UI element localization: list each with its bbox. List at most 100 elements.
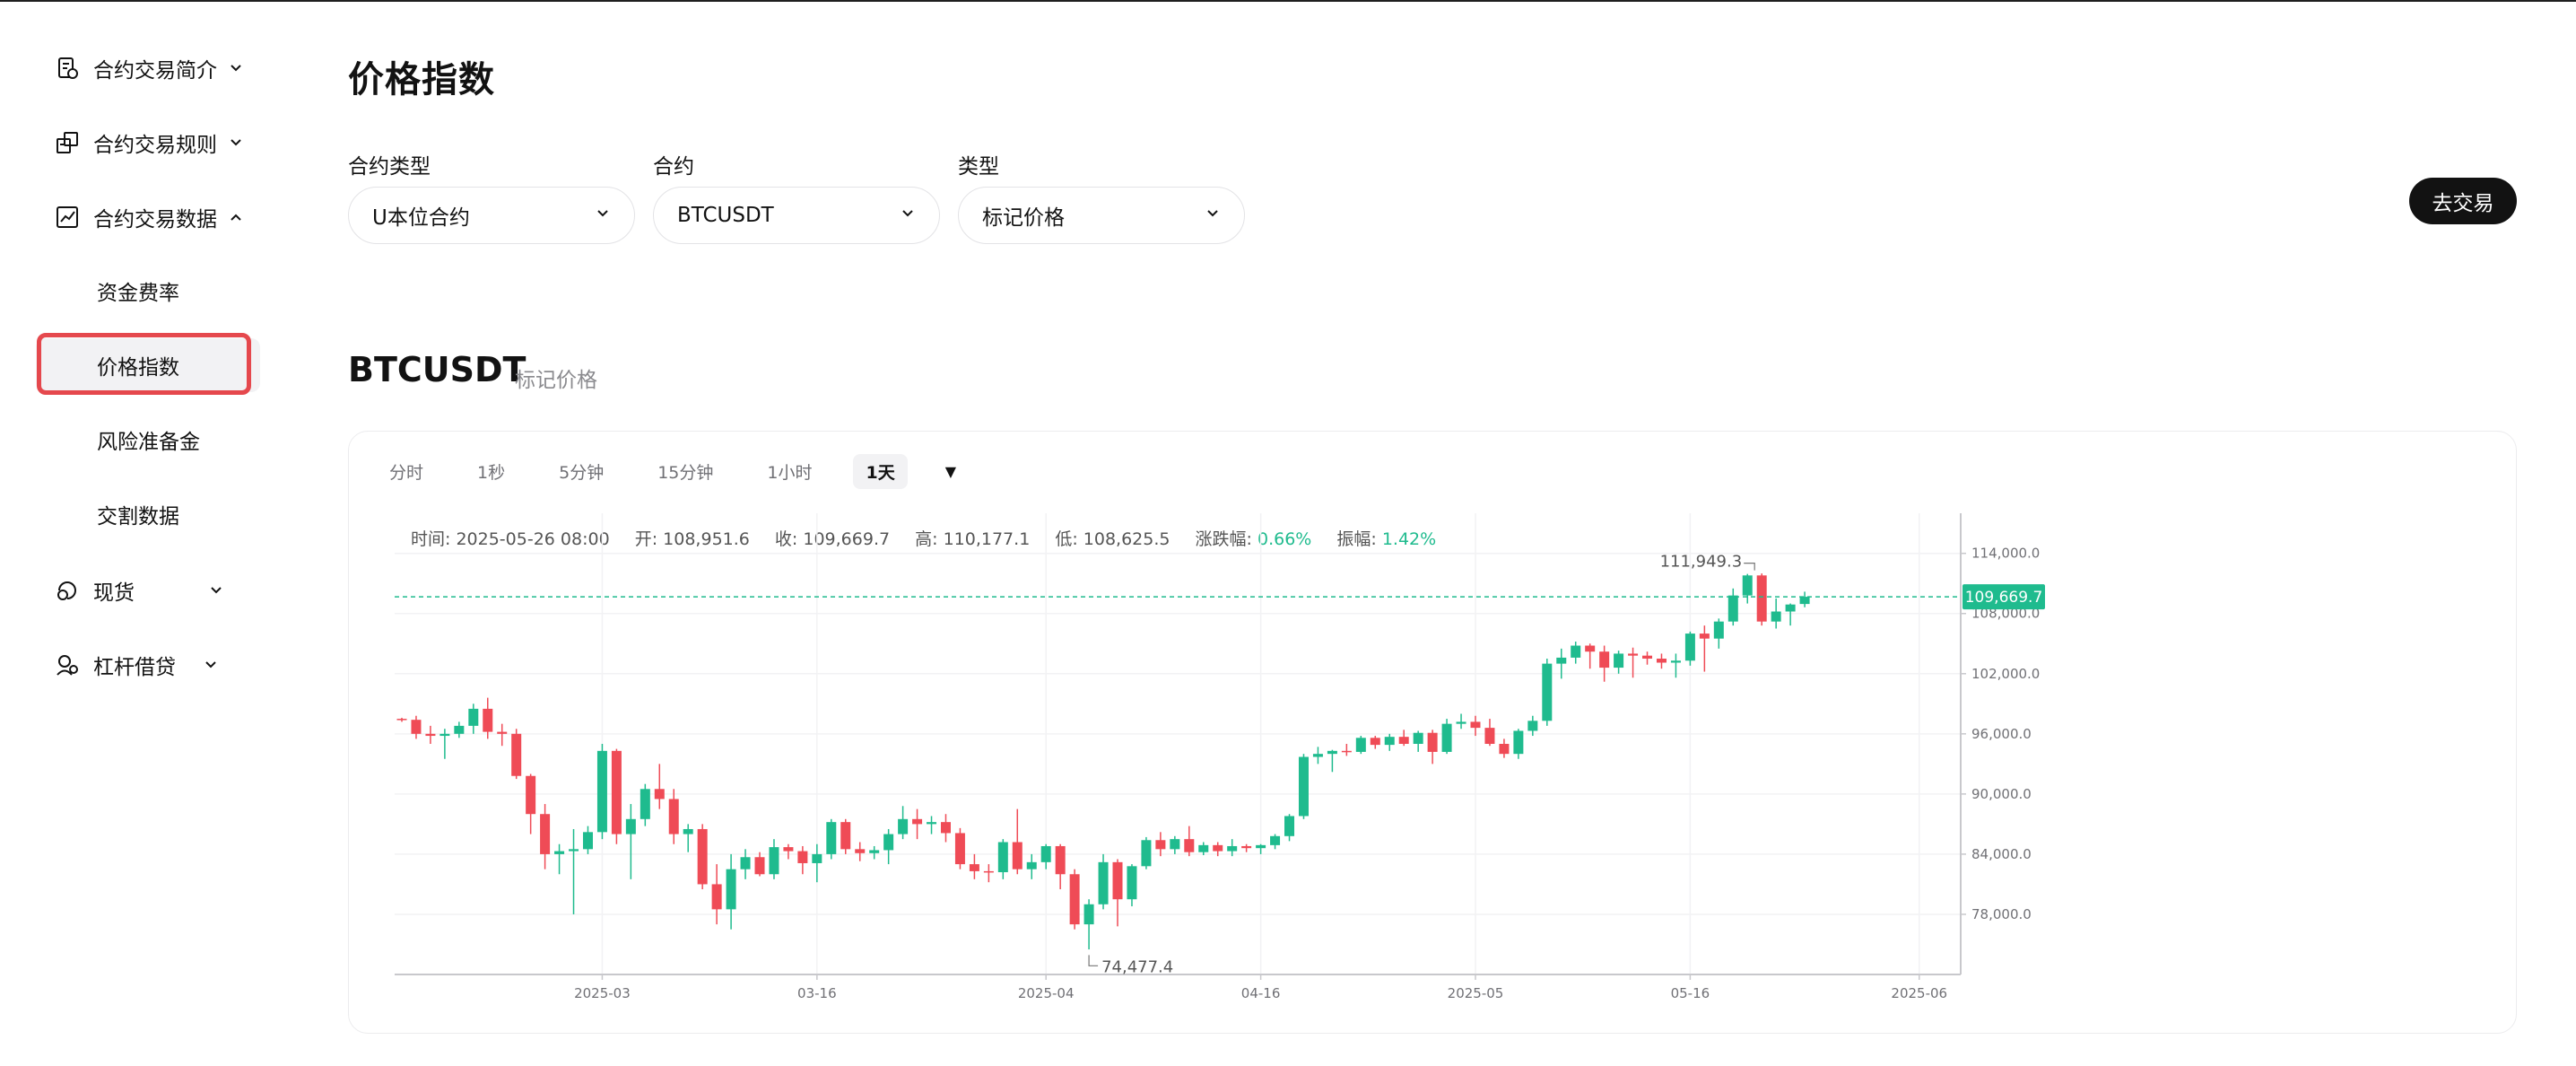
candle-body (668, 799, 679, 834)
candle-body (1571, 645, 1581, 658)
candle-body (1355, 738, 1366, 752)
candle-body (411, 720, 422, 734)
candle-body (883, 834, 894, 851)
min-price-label: 74,477.4 (1101, 957, 1173, 976)
x-tick-label: 2025-05 (1448, 985, 1504, 1001)
candle-body (797, 851, 808, 863)
x-tick-label: 2025-04 (1018, 985, 1075, 1001)
y-tick-label: 102,000.0 (1971, 666, 2040, 682)
candle-body (396, 719, 407, 721)
candle-body (1098, 861, 1109, 904)
current-price-label: 109,669.7 (1965, 589, 2043, 607)
candle-body (554, 851, 565, 854)
y-tick-label: 114,000.0 (1971, 546, 2040, 562)
candle-body (1599, 651, 1610, 668)
candle-body (1527, 721, 1538, 731)
x-tick-label: 04-16 (1241, 985, 1281, 1001)
candle-body (1083, 904, 1094, 925)
candle-body (826, 822, 837, 854)
x-tick-label: 05-16 (1671, 985, 1710, 1001)
candle-body (1513, 730, 1524, 755)
candle-body (1642, 655, 1653, 660)
candle-body (1055, 845, 1066, 875)
candle-body (425, 733, 436, 737)
candle-body (726, 869, 736, 910)
candle-body (1184, 839, 1195, 852)
y-tick-label: 78,000.0 (1971, 906, 2032, 922)
candle-body (1270, 835, 1281, 845)
y-tick-label: 84,000.0 (1971, 846, 2032, 862)
candle-body (997, 842, 1008, 873)
candle-body (1341, 750, 1352, 753)
candle-body (1799, 597, 1810, 605)
candle-body (1384, 737, 1395, 746)
candle-body (1499, 744, 1510, 755)
candle-body (1170, 839, 1180, 850)
candle-body (1298, 756, 1309, 817)
candle-body (1441, 723, 1452, 752)
y-tick-label: 90,000.0 (1971, 786, 2032, 802)
candle-body (569, 849, 579, 852)
candle-body (1284, 816, 1295, 836)
candle-body (1742, 575, 1753, 596)
candle-body (1327, 750, 1337, 755)
candlestick-chart[interactable]: 2025-03 03-16 2025-04 04-16 2025-05 05-16 2025… (0, 0, 2576, 1066)
candle-body (1756, 575, 1767, 622)
candle-body (1456, 721, 1466, 724)
candle-body (1026, 861, 1037, 869)
y-tick-label: 96,000.0 (1971, 726, 2032, 742)
candle-body (1312, 754, 1323, 757)
candle-body (1227, 845, 1238, 852)
max-price-pointer (1744, 563, 1755, 571)
candle-body (969, 864, 979, 871)
candle-body (1684, 633, 1695, 661)
candle-body (1127, 866, 1137, 900)
candle-body (540, 814, 551, 854)
candle-body (1413, 732, 1423, 744)
candle-body (1112, 861, 1123, 900)
candle-body (1370, 738, 1380, 746)
candle-body (497, 731, 508, 734)
candle-body (1484, 728, 1495, 744)
x-tick-label: 2025-03 (574, 985, 631, 1001)
candle-body (1556, 657, 1567, 664)
candle-body (526, 775, 536, 815)
candle-body (683, 828, 693, 834)
min-price-pointer (1088, 955, 1099, 966)
candle-body (625, 818, 636, 834)
candle-body (940, 822, 951, 834)
candle-body (582, 832, 593, 850)
candle-body (769, 847, 779, 875)
candle-body (740, 857, 751, 869)
candle-body (439, 733, 450, 737)
candle-body (912, 818, 923, 825)
candle-body (840, 822, 851, 850)
candle-body (511, 733, 522, 776)
candle-body (1427, 732, 1438, 752)
candle-body (468, 708, 479, 726)
candle-body (1198, 844, 1209, 852)
candle-body (1241, 845, 1252, 849)
candle-body (754, 857, 765, 875)
candle-body (1585, 645, 1596, 652)
candle-body (1670, 660, 1681, 663)
x-tick-label: 2025-06 (1891, 985, 1947, 1001)
candle-body (483, 708, 493, 732)
candle-body (983, 870, 994, 873)
candle-body (596, 750, 607, 833)
candle-body (783, 847, 794, 852)
candle-body (611, 750, 622, 834)
candle-body (1012, 842, 1023, 869)
candle-body (697, 828, 708, 885)
candle-body (711, 884, 722, 910)
candle-body (1614, 653, 1624, 668)
candle-body (812, 853, 822, 863)
candle-body (1141, 840, 1152, 867)
candle-body (640, 789, 650, 819)
candle-body (1213, 844, 1223, 852)
candle-body (454, 725, 465, 734)
candle-body (1040, 845, 1051, 862)
candle-body (1398, 737, 1409, 744)
candle-body (927, 822, 937, 825)
candle-body (1699, 633, 1710, 639)
